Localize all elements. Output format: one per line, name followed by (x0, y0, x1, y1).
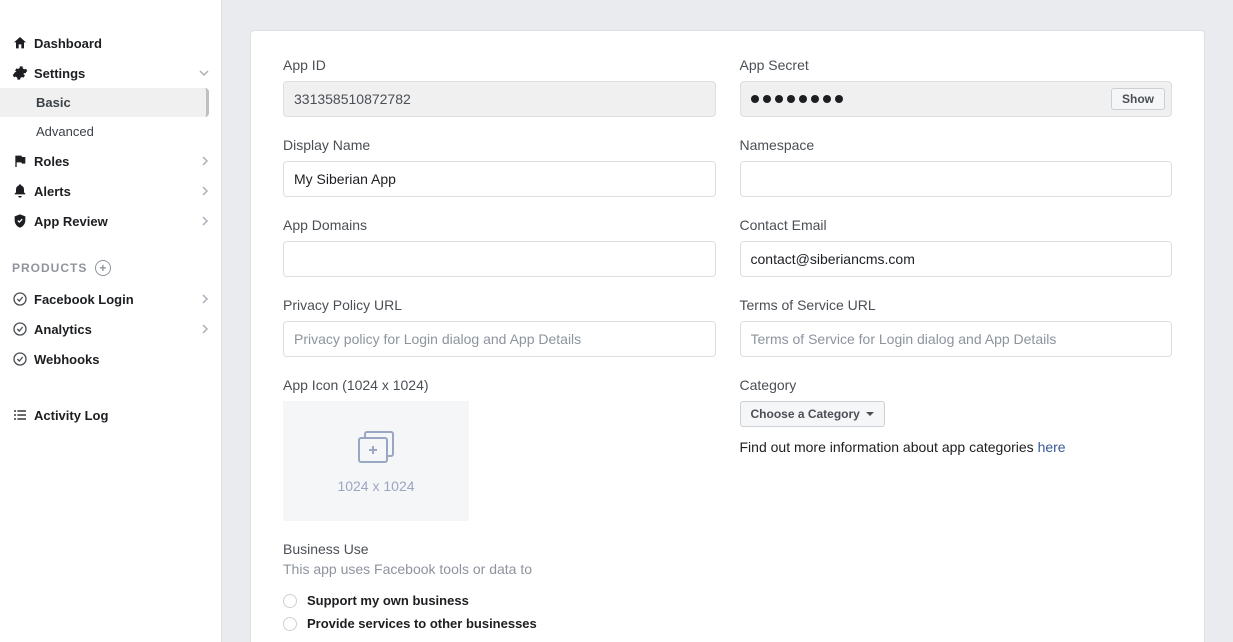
app-secret-mask (751, 95, 1112, 103)
sidebar: Dashboard Settings Basic Advanced Roles (0, 0, 222, 642)
business-use-label: Business Use (283, 541, 716, 557)
sidebar-item-roles[interactable]: Roles (0, 146, 221, 176)
tos-url-field[interactable] (740, 321, 1173, 357)
tos-url-label: Terms of Service URL (740, 297, 1173, 313)
category-dropdown[interactable]: Choose a Category (740, 401, 885, 427)
app-id-label: App ID (283, 57, 716, 73)
add-product-button[interactable]: + (95, 260, 111, 276)
main-content: App ID App Secret Show Display Name (222, 0, 1233, 642)
app-icon-label: App Icon (1024 x 1024) (283, 377, 716, 393)
app-icon-upload[interactable]: 1024 x 1024 (283, 401, 469, 521)
sidebar-item-dashboard[interactable]: Dashboard (0, 28, 221, 58)
app-domains-label: App Domains (283, 217, 716, 233)
contact-email-label: Contact Email (740, 217, 1173, 233)
bell-icon (12, 183, 34, 199)
sidebar-item-label: Roles (34, 154, 201, 169)
check-circle-icon (12, 351, 34, 367)
sidebar-item-label: Webhooks (34, 352, 209, 367)
app-icon-hint: 1024 x 1024 (337, 478, 414, 494)
sidebar-item-app-review[interactable]: App Review (0, 206, 221, 236)
sidebar-item-label: Activity Log (34, 408, 209, 423)
list-icon (12, 407, 34, 423)
namespace-label: Namespace (740, 137, 1173, 153)
namespace-field[interactable] (740, 161, 1173, 197)
sidebar-item-label: Alerts (34, 184, 201, 199)
sidebar-item-label: Analytics (34, 322, 201, 337)
sidebar-item-label: Dashboard (34, 36, 209, 51)
sidebar-item-facebook-login[interactable]: Facebook Login (0, 284, 221, 314)
radio-label: Provide services to other businesses (307, 616, 537, 631)
business-use-desc: This app uses Facebook tools or data to (283, 561, 716, 577)
radio-icon[interactable] (283, 594, 297, 608)
radio-label: Support my own business (307, 593, 469, 608)
sidebar-item-alerts[interactable]: Alerts (0, 176, 221, 206)
privacy-url-label: Privacy Policy URL (283, 297, 716, 313)
sidebar-item-analytics[interactable]: Analytics (0, 314, 221, 344)
radio-icon[interactable] (283, 617, 297, 631)
business-use-option-own[interactable]: Support my own business (283, 593, 716, 608)
sidebar-item-label: Facebook Login (34, 292, 201, 307)
sidebar-item-label: App Review (34, 214, 201, 229)
sidebar-item-label: Advanced (36, 124, 94, 139)
home-icon (12, 35, 34, 51)
shield-icon (12, 213, 34, 229)
app-secret-field: Show (740, 81, 1173, 117)
sidebar-subitem-advanced[interactable]: Advanced (0, 117, 221, 146)
flag-icon (12, 153, 34, 169)
category-dropdown-label: Choose a Category (751, 407, 860, 421)
sidebar-item-settings[interactable]: Settings (0, 58, 221, 88)
sidebar-item-label: Basic (36, 95, 71, 110)
image-placeholder-icon (351, 428, 401, 478)
category-help-link[interactable]: here (1038, 439, 1066, 455)
chevron-down-icon (199, 68, 209, 78)
caret-down-icon (866, 410, 874, 418)
category-help-text: Find out more information about app cate… (740, 439, 1173, 455)
check-circle-icon (12, 321, 34, 337)
privacy-url-field[interactable] (283, 321, 716, 357)
chevron-right-icon (201, 324, 209, 334)
sidebar-item-label: Settings (34, 66, 199, 81)
app-secret-label: App Secret (740, 57, 1173, 73)
sidebar-item-activity-log[interactable]: Activity Log (0, 400, 221, 430)
sidebar-item-webhooks[interactable]: Webhooks (0, 344, 221, 374)
chevron-right-icon (201, 156, 209, 166)
category-label: Category (740, 377, 1173, 393)
products-header-label: PRODUCTS (12, 261, 87, 275)
chevron-right-icon (201, 216, 209, 226)
display-name-field[interactable] (283, 161, 716, 197)
check-circle-icon (12, 291, 34, 307)
products-header: PRODUCTS + (0, 236, 221, 284)
chevron-right-icon (201, 186, 209, 196)
app-domains-field[interactable] (283, 241, 716, 277)
settings-card: App ID App Secret Show Display Name (250, 30, 1205, 642)
chevron-right-icon (201, 294, 209, 304)
display-name-label: Display Name (283, 137, 716, 153)
contact-email-field[interactable] (740, 241, 1173, 277)
app-id-field[interactable] (283, 81, 716, 117)
sidebar-subitem-basic[interactable]: Basic (0, 88, 209, 117)
business-use-option-services[interactable]: Provide services to other businesses (283, 616, 716, 631)
show-secret-button[interactable]: Show (1111, 88, 1165, 110)
gear-icon (12, 65, 34, 81)
